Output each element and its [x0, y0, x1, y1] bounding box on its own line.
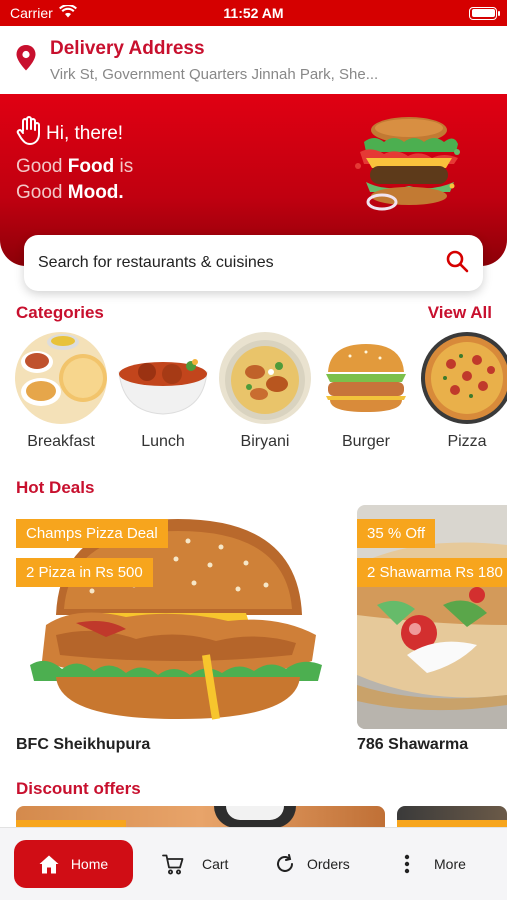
location-pin-icon: [16, 44, 36, 76]
nav-more[interactable]: More: [404, 840, 466, 888]
category-image: [421, 332, 507, 424]
wifi-icon: [58, 3, 77, 21]
deal-card-shawarma[interactable]: 35 % Off 2 Shawarma Rs 180: [357, 505, 507, 729]
categories-list: Breakfast Lunch Biryani Burger Pizza: [0, 332, 507, 456]
greeting-text: Hi, there!: [46, 123, 124, 144]
nav-cart[interactable]: Cart: [162, 840, 228, 888]
category-label: Lunch: [141, 433, 185, 450]
hot-deals-title: Hot Deals: [16, 478, 95, 497]
address-texts: Delivery Address Virk St, Government Qua…: [50, 38, 378, 83]
category-image: [15, 332, 107, 424]
cart-icon: [162, 854, 184, 875]
deal-tag-offer: 2 Pizza in Rs 500: [16, 558, 153, 587]
search-bar[interactable]: Search for restaurants & cuisines: [24, 235, 483, 291]
category-pizza[interactable]: Pizza: [417, 332, 507, 451]
hero-greeting: Hi, there!: [16, 116, 123, 152]
nav-cart-label: Cart: [202, 856, 229, 872]
status-left: Carrier: [10, 3, 77, 21]
nav-home[interactable]: Home: [14, 840, 133, 888]
status-bar: Carrier 11:52 AM: [0, 0, 507, 26]
discount-dish-inner: [226, 806, 284, 820]
search-icon[interactable]: [445, 249, 469, 278]
category-image: [219, 332, 311, 424]
hero-tagline-2: Good Mood.: [16, 182, 124, 203]
hero-tagline-1: Good Food is: [16, 156, 134, 177]
category-label: Pizza: [447, 433, 487, 450]
categories-title: Categories: [16, 303, 104, 322]
discount-title: Discount offers: [16, 779, 141, 798]
hero-burger-image: [352, 116, 467, 216]
search-input[interactable]: Search for restaurants & cuisines: [38, 254, 274, 272]
home-icon: [39, 855, 59, 874]
battery-icon: [469, 6, 500, 20]
deal-tag-offer: 2 Shawarma Rs 180: [357, 558, 507, 587]
more-vertical-icon: [404, 854, 410, 874]
category-burger[interactable]: Burger: [316, 332, 416, 451]
category-image: [320, 332, 412, 424]
refresh-icon: [275, 854, 295, 874]
nav-orders[interactable]: Orders: [275, 840, 350, 888]
category-label: Burger: [341, 433, 391, 450]
deal-tag-title: 35 % Off: [357, 519, 436, 548]
bottom-nav: Home Cart Orders More: [0, 827, 507, 900]
view-all-link[interactable]: View All: [428, 303, 492, 323]
battery-fill: [471, 9, 495, 17]
deal-card-bfc[interactable]: Champs Pizza Deal 2 Pizza in Rs 500: [16, 505, 340, 729]
address-line: Virk St, Government Quarters Jinnah Park…: [50, 65, 379, 83]
category-biryani[interactable]: Biryani: [215, 332, 315, 451]
address-title: Delivery Address: [50, 37, 205, 59]
nav-orders-label: Orders: [307, 856, 350, 872]
category-lunch[interactable]: Lunch: [113, 332, 213, 451]
nav-home-label: Home: [70, 856, 109, 872]
nav-more-label: More: [434, 856, 466, 872]
carrier-label: Carrier: [10, 5, 53, 21]
category-label: Biryani: [240, 433, 290, 450]
delivery-address[interactable]: Delivery Address Virk St, Government Qua…: [0, 26, 507, 94]
category-image: [117, 332, 209, 424]
deal-name-bfc[interactable]: BFC Sheikhupura: [16, 736, 150, 754]
deal-tag-title: Champs Pizza Deal: [16, 519, 168, 548]
hand-wave-icon: [16, 116, 42, 152]
category-label: Breakfast: [27, 433, 95, 450]
deal-name-shawarma[interactable]: 786 Shawarma: [357, 736, 468, 754]
category-breakfast[interactable]: Breakfast: [11, 332, 111, 451]
